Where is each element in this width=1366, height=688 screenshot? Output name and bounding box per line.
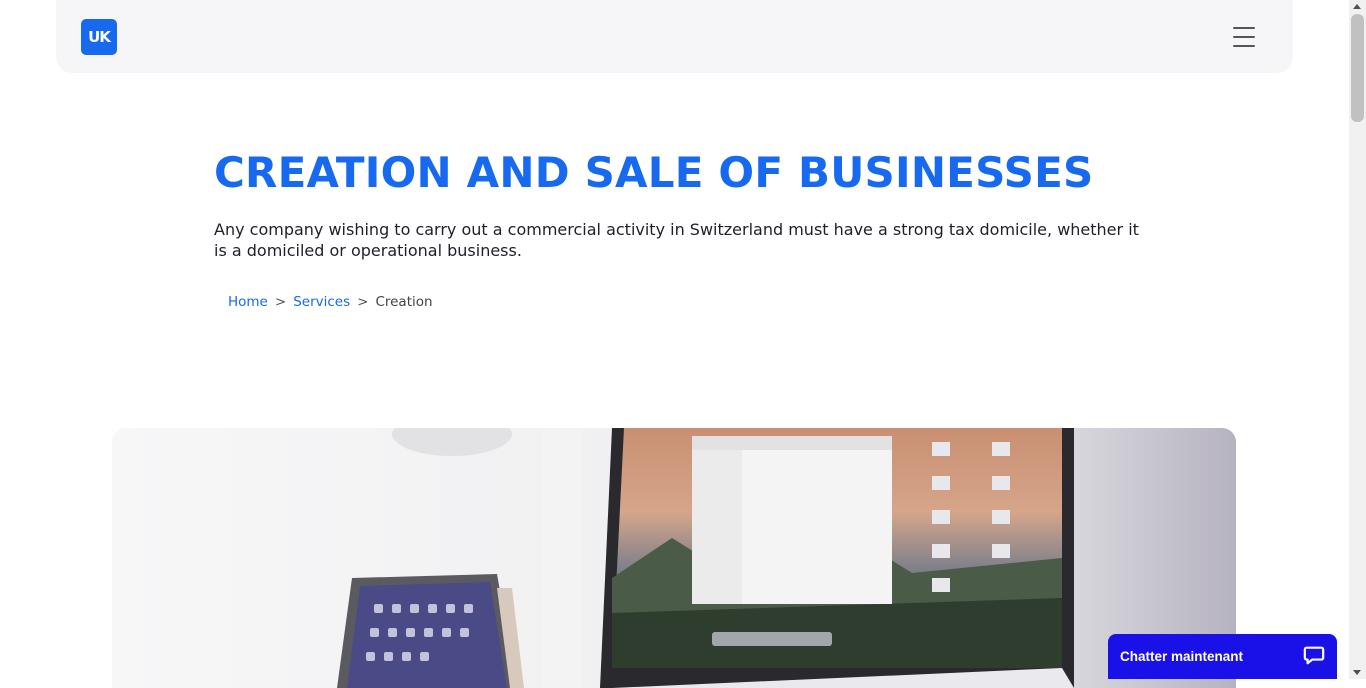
scroll-up-arrow-icon[interactable] [1353,4,1361,9]
breadcrumb-separator: > [357,294,369,310]
scroll-down-arrow-icon[interactable] [1353,670,1361,675]
chat-bubble-icon [1303,644,1325,670]
page-title: CREATION AND SALE OF BUSINESSES [214,148,1094,197]
scroll-thumb[interactable] [1351,14,1364,122]
chat-label: Chatter maintenant [1120,649,1244,664]
logo-text: UK [88,28,111,46]
breadcrumb-services-link[interactable]: Services [293,294,350,310]
scrollbar[interactable] [1349,0,1366,679]
breadcrumb-current: Creation [375,294,433,310]
hero-image [112,428,1236,688]
site-header: UK [56,0,1293,73]
breadcrumb-separator: > [274,294,287,310]
page-description: Any company wishing to carry out a comme… [214,220,1139,260]
chat-button[interactable]: Chatter maintenant [1108,634,1337,679]
breadcrumb: Home > Services > Creation [228,294,433,310]
breadcrumb-home-link[interactable]: Home [228,294,268,310]
logo[interactable]: UK [81,19,117,55]
hamburger-icon[interactable] [1233,27,1255,47]
